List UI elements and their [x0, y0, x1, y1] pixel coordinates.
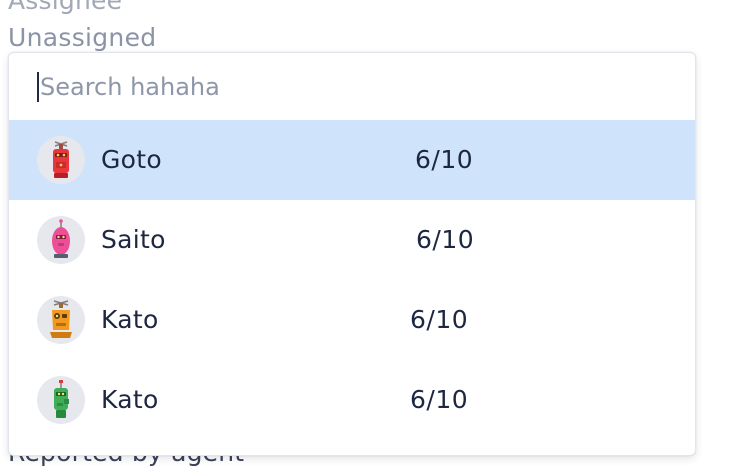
assignee-workload: 6/10: [410, 385, 469, 414]
assignee-workload: 6/10: [410, 305, 469, 334]
assignee-option-kato-2[interactable]: Kato 6/10: [9, 360, 695, 440]
assignee-option-kato[interactable]: Kato 6/10: [9, 280, 695, 360]
assignee-option-goto[interactable]: Goto 6/10: [9, 120, 695, 200]
assignee-label: Assignee: [8, 0, 123, 15]
orange-robot-icon: [37, 296, 85, 344]
red-robot-icon: [37, 136, 85, 184]
assignee-workload: 6/10: [415, 145, 474, 174]
assignee-workload: 6/10: [416, 225, 475, 254]
assignee-list: Goto 6/10 Saito 6/10 Kato 6/10 Kato 6/10: [9, 120, 695, 440]
green-robot-icon: [37, 376, 85, 424]
assignee-dropdown: Goto 6/10 Saito: [8, 52, 696, 456]
text-caret: [37, 71, 39, 102]
search-input[interactable]: [40, 72, 640, 101]
assignee-name: Goto: [101, 145, 162, 174]
assignee-option-saito[interactable]: Saito 6/10: [9, 200, 695, 280]
pink-robot-icon: [37, 216, 85, 264]
assignee-name: Saito: [101, 225, 166, 254]
assignee-picker-screen: Assignee Unassigned Reported by agent: [0, 0, 738, 466]
search-row: [9, 53, 695, 120]
assignee-name: Kato: [101, 385, 159, 414]
assignee-value[interactable]: Unassigned: [8, 22, 156, 54]
assignee-name: Kato: [101, 305, 159, 334]
